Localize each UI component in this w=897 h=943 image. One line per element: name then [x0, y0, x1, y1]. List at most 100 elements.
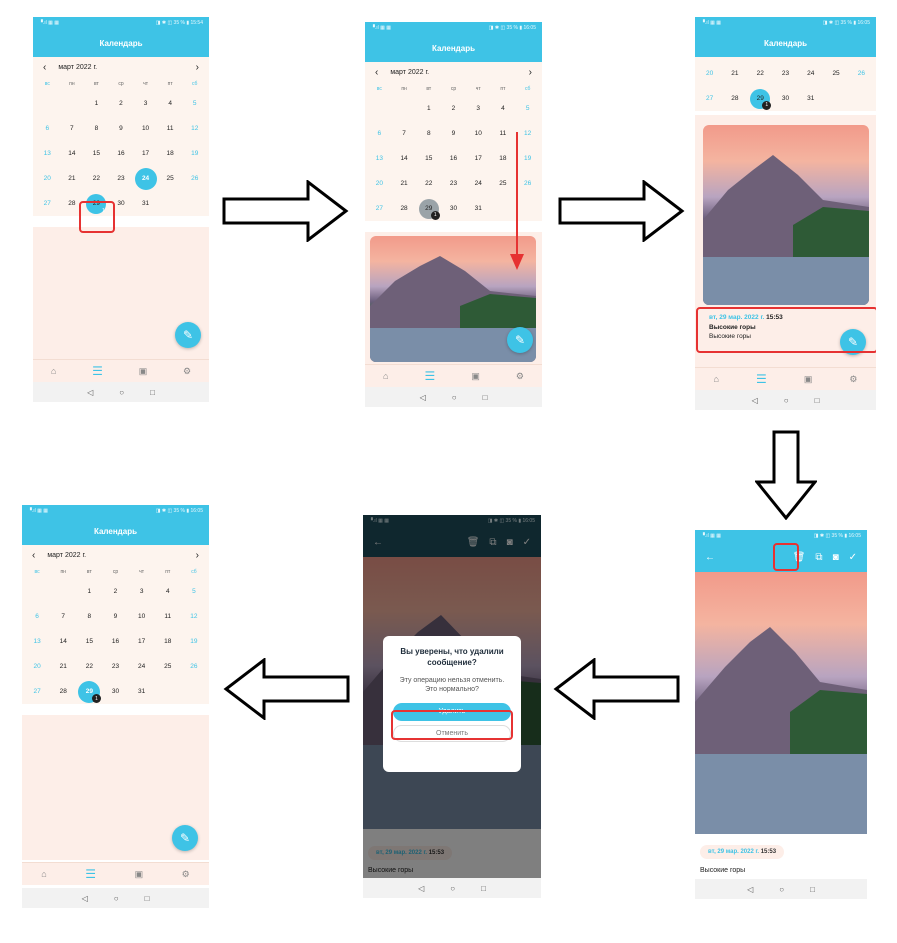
day-cell[interactable]: 20: [367, 171, 392, 196]
day-cell[interactable]: 24: [466, 171, 491, 196]
day-cell[interactable]: 1: [416, 96, 441, 121]
day-cell[interactable]: 28: [722, 86, 747, 111]
day-cell[interactable]: 17: [466, 146, 491, 171]
day-cell[interactable]: 24: [129, 654, 155, 679]
home-button-icon[interactable]: ○: [452, 393, 457, 402]
day-cell[interactable]: 13: [24, 629, 50, 654]
day-cell[interactable]: 27: [367, 196, 392, 221]
settings-icon[interactable]: ⚙: [516, 371, 524, 382]
day-cell[interactable]: 9: [109, 116, 134, 141]
recent-apps-icon[interactable]: □: [481, 884, 486, 893]
day-cell[interactable]: 10: [466, 121, 491, 146]
day-cell[interactable]: 6: [35, 116, 60, 141]
home-button-icon[interactable]: ○: [779, 885, 784, 894]
day-cell[interactable]: 19: [181, 629, 207, 654]
next-month-button[interactable]: ›: [196, 550, 199, 561]
calendar-list-icon[interactable]: ☰: [85, 868, 96, 880]
day-cell[interactable]: 5: [181, 579, 207, 604]
day-cell[interactable]: 5: [182, 91, 207, 116]
settings-icon[interactable]: ⚙: [183, 366, 191, 377]
gallery-icon[interactable]: ▣: [804, 374, 813, 385]
day-cell[interactable]: 10: [129, 604, 155, 629]
day-cell[interactable]: 31: [129, 679, 155, 704]
day-cell[interactable]: 27: [697, 86, 722, 111]
day-cell[interactable]: 13: [35, 141, 60, 166]
recent-apps-icon[interactable]: □: [483, 393, 488, 402]
home-button-icon[interactable]: ○: [450, 884, 455, 893]
day-cell[interactable]: 22: [76, 654, 102, 679]
next-month-button[interactable]: ›: [529, 67, 532, 78]
day-cell[interactable]: 28: [392, 196, 417, 221]
day-cell-selected[interactable]: 29 1: [748, 86, 773, 111]
day-cell[interactable]: 27: [35, 191, 60, 216]
day-cell[interactable]: 16: [102, 629, 128, 654]
day-cell[interactable]: 13: [367, 146, 392, 171]
settings-icon[interactable]: ⚙: [849, 374, 857, 385]
day-cell[interactable]: 14: [392, 146, 417, 171]
day-cell[interactable]: 21: [60, 166, 85, 191]
editor-body[interactable]: Высокие горы: [700, 867, 745, 874]
day-cell[interactable]: 30: [441, 196, 466, 221]
mountain-lake-photo[interactable]: [703, 125, 869, 305]
day-cell[interactable]: 2: [102, 579, 128, 604]
day-cell[interactable]: 21: [392, 171, 417, 196]
day-cell[interactable]: 1: [76, 579, 102, 604]
check-icon[interactable]: ✓: [849, 552, 857, 563]
day-cell[interactable]: 1: [84, 91, 109, 116]
recent-apps-icon[interactable]: □: [815, 396, 820, 405]
edit-fab-button[interactable]: ✎: [175, 322, 201, 348]
day-cell[interactable]: 22: [748, 61, 773, 86]
back-icon[interactable]: ◁: [418, 884, 424, 893]
home-icon[interactable]: ⌂: [714, 374, 719, 384]
calendar-list-icon[interactable]: ☰: [92, 365, 103, 377]
back-icon[interactable]: ◁: [747, 885, 753, 894]
day-cell[interactable]: 3: [129, 579, 155, 604]
day-cell[interactable]: 17: [129, 629, 155, 654]
day-cell[interactable]: 8: [416, 121, 441, 146]
recent-apps-icon[interactable]: □: [810, 885, 815, 894]
calendar-list-icon[interactable]: ☰: [756, 373, 767, 385]
day-cell[interactable]: 26: [181, 654, 207, 679]
day-cell[interactable]: 10: [133, 116, 158, 141]
back-icon[interactable]: ◁: [752, 396, 758, 405]
day-cell[interactable]: 27: [24, 679, 50, 704]
calendar-list-icon[interactable]: ☰: [425, 370, 436, 382]
day-cell[interactable]: 8: [84, 116, 109, 141]
home-button-icon[interactable]: ○: [114, 894, 119, 903]
day-cell[interactable]: 8: [76, 604, 102, 629]
day-cell[interactable]: 21: [722, 61, 747, 86]
back-icon[interactable]: ◁: [87, 388, 93, 397]
day-cell[interactable]: 25: [158, 166, 183, 191]
gallery-icon[interactable]: ▣: [471, 371, 480, 382]
day-cell[interactable]: 7: [60, 116, 85, 141]
day-cell[interactable]: 4: [155, 579, 181, 604]
day-cell[interactable]: 4: [491, 96, 516, 121]
day-cell[interactable]: 16: [441, 146, 466, 171]
day-cell[interactable]: 24: [798, 61, 823, 86]
day-cell[interactable]: 31: [133, 191, 158, 216]
recent-apps-icon[interactable]: □: [145, 894, 150, 903]
day-cell[interactable]: 23: [109, 166, 134, 191]
day-cell[interactable]: 3: [133, 91, 158, 116]
copy-icon[interactable]: ⧉: [815, 552, 822, 563]
home-button-icon[interactable]: ○: [784, 396, 789, 405]
back-icon[interactable]: ◁: [420, 393, 426, 402]
day-cell[interactable]: 21: [50, 654, 76, 679]
day-cell[interactable]: 6: [24, 604, 50, 629]
day-cell[interactable]: 30: [102, 679, 128, 704]
day-cell[interactable]: 20: [697, 61, 722, 86]
day-cell[interactable]: 9: [441, 121, 466, 146]
next-month-button[interactable]: ›: [196, 62, 199, 73]
day-cell[interactable]: 15: [84, 141, 109, 166]
day-cell[interactable]: 14: [60, 141, 85, 166]
day-cell[interactable]: 18: [158, 141, 183, 166]
day-cell[interactable]: 17: [133, 141, 158, 166]
back-arrow-icon[interactable]: ←: [705, 552, 715, 563]
day-cell[interactable]: 15: [76, 629, 102, 654]
home-icon[interactable]: ⌂: [51, 366, 56, 376]
home-button-icon[interactable]: ○: [119, 388, 124, 397]
day-cell[interactable]: 16: [109, 141, 134, 166]
day-cell[interactable]: 7: [392, 121, 417, 146]
gallery-icon[interactable]: ▣: [135, 869, 144, 880]
day-cell-selected[interactable]: 29 1: [76, 679, 102, 704]
